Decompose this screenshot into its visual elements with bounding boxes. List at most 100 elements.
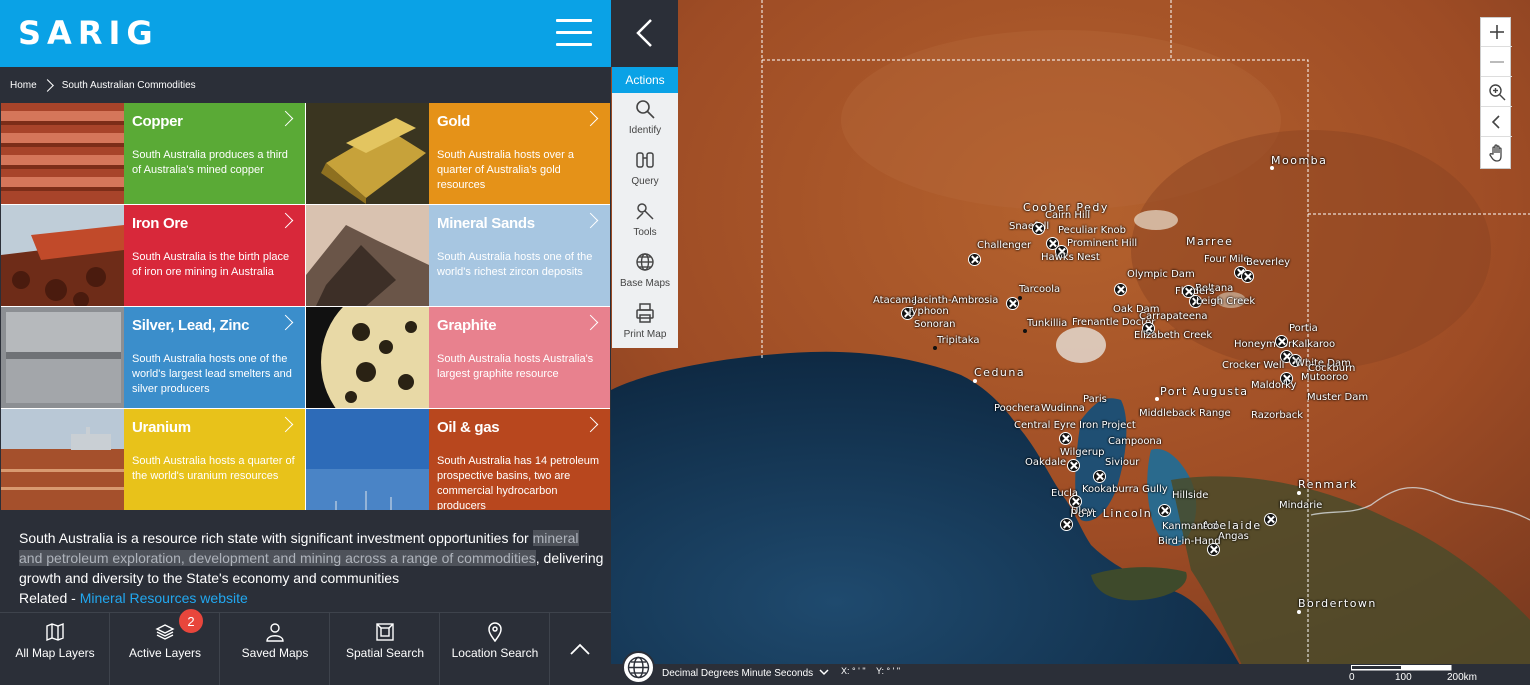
site-label: Razorback: [1251, 410, 1304, 421]
tile-uranium[interactable]: Uranium South Australia hosts a quarter …: [1, 409, 305, 510]
chevron-up-icon: [570, 643, 590, 655]
active-layers-badge: 2: [177, 607, 205, 635]
mine-site-icon[interactable]: [968, 253, 981, 266]
silver-image: [1, 307, 124, 408]
back-button[interactable]: [611, 0, 678, 67]
town-label: Marree: [1186, 235, 1234, 248]
site-label: Carrapateena: [1139, 311, 1208, 322]
hamburger-line: [556, 43, 592, 46]
mine-site-icon[interactable]: [1006, 297, 1019, 310]
hamburger-line: [556, 31, 592, 34]
breadcrumb-home[interactable]: Home: [10, 80, 37, 91]
tile-mineral-sands[interactable]: Mineral Sands South Australia hosts one …: [306, 205, 610, 306]
actions-toolbar: Actions Identify Query Tools Base Maps P…: [612, 67, 678, 348]
tile-title: Silver, Lead, Zinc: [132, 317, 250, 334]
magnifier-icon: [636, 100, 655, 119]
tile-graphite-info: Graphite South Australia hosts Australia…: [429, 307, 610, 408]
site-label: Muster Dam: [1307, 392, 1369, 403]
mineral-resources-link[interactable]: Mineral Resources website: [80, 590, 248, 606]
action-label: Tools: [633, 227, 657, 238]
mine-site-icon[interactable]: [1093, 470, 1106, 483]
tile-title: Copper: [132, 113, 183, 130]
tools-button[interactable]: Tools: [612, 195, 678, 246]
projection-select[interactable]: Decimal Degrees Minute Seconds: [662, 668, 829, 679]
tile-graphite[interactable]: Graphite South Australia hosts Australia…: [306, 307, 610, 408]
zoom-in-icon: [1489, 25, 1504, 39]
zoom-box-button[interactable]: [1481, 78, 1512, 107]
all-map-layers-button[interactable]: All Map Layers: [0, 613, 110, 685]
mine-site-icon[interactable]: [1032, 222, 1045, 235]
zoom-out-button[interactable]: [1481, 48, 1512, 77]
satellite-basemap: [611, 0, 1530, 685]
tile-description: South Australia hosts one of the world's…: [132, 353, 292, 395]
tile-title: Oil & gas: [437, 419, 500, 436]
site-dot[interactable]: [1023, 329, 1027, 333]
gold-image: [306, 103, 429, 204]
mine-site-icon[interactable]: [1264, 513, 1277, 526]
print-map-button[interactable]: Print Map: [612, 297, 678, 348]
action-label: Base Maps: [619, 278, 671, 289]
copper-image: [1, 103, 124, 204]
coordinate-globe-button[interactable]: [622, 651, 655, 684]
town-dot: [1297, 610, 1301, 614]
site-dot[interactable]: [933, 346, 937, 350]
mine-site-icon[interactable]: [1241, 270, 1254, 283]
tile-copper[interactable]: Copper South Australia produces a third …: [1, 103, 305, 204]
site-label: Peculiar Knob: [1058, 225, 1126, 236]
site-label: Kanmantoo: [1162, 521, 1220, 532]
site-dot[interactable]: [1018, 296, 1022, 300]
coordinate-y: Y: ° ' ": [876, 666, 901, 676]
mine-site-icon[interactable]: [1207, 543, 1220, 556]
mine-site-icon[interactable]: [1060, 518, 1073, 531]
tile-oil-gas[interactable]: Oil & gas South Australia has 14 petrole…: [306, 409, 610, 510]
actions-title: Actions: [612, 67, 678, 93]
nav-label: Active Layers: [128, 646, 202, 660]
site-label: Atacama: [873, 295, 918, 306]
site-label: Hillside: [1172, 490, 1209, 501]
pan-button[interactable]: [1481, 138, 1512, 167]
tile-silver-lead-zinc[interactable]: Silver, Lead, Zinc South Australia hosts…: [1, 307, 305, 408]
left-panel: SARIG Home South Australian Commodities: [0, 0, 611, 685]
mine-site-icon[interactable]: [1059, 432, 1072, 445]
mineral-sands-image: [306, 205, 429, 306]
graphite-image: [306, 307, 429, 408]
mine-site-icon[interactable]: [1275, 335, 1288, 348]
nav-label: Location Search: [451, 646, 539, 660]
iron-ore-image: [1, 205, 124, 306]
zoom-in-button[interactable]: [1481, 18, 1512, 47]
tile-iron-ore[interactable]: Iron Ore South Australia is the birth pl…: [1, 205, 305, 306]
town-label: Bordertown: [1298, 597, 1377, 610]
tile-title: Graphite: [437, 317, 497, 334]
zoom-magnifier-icon: [1488, 84, 1505, 101]
query-button[interactable]: Query: [612, 144, 678, 195]
previous-extent-button[interactable]: [1481, 108, 1512, 137]
spatial-search-button[interactable]: Spatial Search: [330, 613, 440, 685]
tile-mineral-sands-info: Mineral Sands South Australia hosts one …: [429, 205, 610, 306]
sarig-logo[interactable]: SARIG: [18, 14, 159, 52]
tile-gold[interactable]: Gold South Australia hosts over a quarte…: [306, 103, 610, 204]
scale-label: 200km: [1447, 672, 1478, 683]
town-dot: [1297, 491, 1301, 495]
town-label: Ceduna: [974, 366, 1026, 379]
tile-silver-info: Silver, Lead, Zinc South Australia hosts…: [124, 307, 305, 408]
base-maps-button[interactable]: Base Maps: [612, 246, 678, 297]
site-label: Sonoran: [914, 319, 956, 330]
tile-title: Mineral Sands: [437, 215, 535, 232]
nav-label: All Map Layers: [15, 646, 95, 660]
location-search-button[interactable]: Location Search: [440, 613, 550, 685]
spatial-search-icon: [376, 623, 394, 641]
saved-maps-button[interactable]: Saved Maps: [220, 613, 330, 685]
mine-site-icon[interactable]: [1067, 459, 1080, 472]
site-label: Maldorky: [1251, 380, 1297, 391]
chevron-right-icon: [40, 78, 54, 92]
identify-button[interactable]: Identify: [612, 93, 678, 144]
previous-extent-icon: [1491, 115, 1500, 129]
map-view[interactable]: Moomba Coober Pedy Marree Ceduna Port Au…: [611, 0, 1530, 685]
mine-site-icon[interactable]: [1158, 504, 1171, 517]
hamburger-menu-button[interactable]: [552, 16, 594, 50]
mine-site-icon[interactable]: [1114, 283, 1127, 296]
scale-bar: 0 100 200km: [1349, 665, 1479, 685]
action-label: Query: [631, 176, 659, 187]
collapse-panel-button[interactable]: [550, 613, 611, 685]
intro-part-1: South Australia is a resource rich state…: [19, 530, 533, 546]
